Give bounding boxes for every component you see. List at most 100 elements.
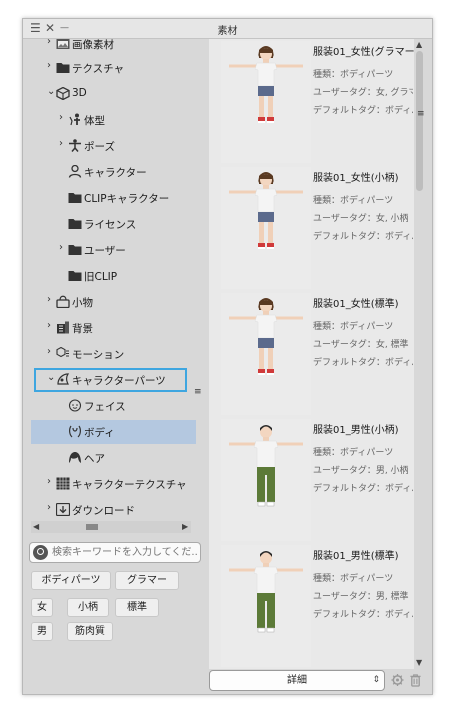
material-kind: 種類：ボディパーツ bbox=[313, 196, 394, 206]
tag-button[interactable]: グラマー bbox=[115, 571, 179, 590]
tree-item-11[interactable]: › 背景 bbox=[31, 316, 196, 340]
bottom-toolbar: 詳細 ⇕ bbox=[209, 669, 425, 694]
list-scroll-down-arrow-icon[interactable]: ▼ bbox=[416, 658, 422, 667]
hair-icon bbox=[68, 451, 82, 464]
tag-button[interactable]: 男 bbox=[31, 622, 53, 641]
chevron-right-icon[interactable]: › bbox=[47, 320, 51, 331]
material-user-tag: ユーザータグ：女, 小柄 bbox=[313, 214, 409, 224]
material-thumbnail bbox=[221, 545, 311, 667]
chevron-right-icon[interactable]: › bbox=[47, 39, 51, 47]
tree-item-5[interactable]: キャラクター bbox=[31, 160, 196, 184]
tree-item-2[interactable]: ⌄ 3D bbox=[31, 82, 196, 106]
tree-horizontal-scrollbar[interactable]: ◀ ▶ bbox=[31, 521, 191, 533]
chevron-right-icon[interactable]: › bbox=[47, 476, 51, 487]
material-name: 服装01_女性(標準) bbox=[313, 299, 399, 310]
tree-item-label: キャラクターパーツ bbox=[72, 375, 166, 387]
tree-item-14[interactable]: フェイス bbox=[31, 394, 196, 418]
tree-item-label: キャラクター bbox=[84, 167, 147, 179]
material-item[interactable]: 服装01_女性(グラマー) 種類：ボディパーツユーザータグ：女, グラマーデフォル… bbox=[209, 39, 414, 165]
list-scroll-thumb[interactable] bbox=[416, 51, 423, 191]
pose-icon bbox=[68, 139, 82, 152]
tree-item-1[interactable]: › テクスチャ bbox=[31, 56, 196, 80]
scroll-right-arrow-icon[interactable]: ▶ bbox=[182, 522, 188, 531]
chevron-right-icon[interactable]: › bbox=[47, 502, 51, 513]
folder-icon bbox=[56, 61, 70, 74]
list-scroll-grip[interactable]: ≡ bbox=[417, 109, 425, 119]
motion-icon bbox=[56, 346, 70, 360]
character-icon bbox=[68, 164, 82, 178]
material-user-tag: ユーザータグ：男, 小柄 bbox=[313, 466, 409, 476]
material-list: 服装01_女性(グラマー)種類：ボディパーツユーザータグ：女, グラマーデフォル… bbox=[209, 39, 414, 669]
figure-icon bbox=[68, 113, 82, 126]
material-default-tag: デフォルトタグ：ボディパ bbox=[313, 358, 413, 368]
chevron-right-icon[interactable]: › bbox=[47, 346, 51, 357]
tree-item-3[interactable]: › 体型 bbox=[31, 108, 196, 132]
list-vertical-scrollbar[interactable]: ▲ ▼ bbox=[414, 39, 425, 669]
tree-item-8[interactable]: › ユーザー bbox=[31, 238, 196, 262]
scroll-left-arrow-icon[interactable]: ◀ bbox=[33, 522, 39, 531]
tree-item-17[interactable]: › キャラクターテクスチャ bbox=[31, 472, 196, 496]
search-box[interactable] bbox=[29, 542, 201, 563]
body-icon bbox=[68, 425, 82, 438]
tree-item-18[interactable]: › ダウンロード bbox=[31, 498, 196, 522]
tree-item-label: ボディ bbox=[84, 427, 115, 439]
tree-item-0[interactable]: › 画像素材 bbox=[31, 39, 196, 56]
material-default-tag: デフォルトタグ：ボディパ bbox=[313, 484, 413, 494]
material-name: 服装01_女性(グラマー) bbox=[313, 47, 414, 58]
tree-item-13[interactable]: ⌄ キャラクターパーツ bbox=[34, 368, 187, 392]
tag-button[interactable]: 筋肉質 bbox=[67, 622, 113, 641]
cube-icon bbox=[56, 86, 70, 101]
tree-item-12[interactable]: › モーション bbox=[31, 342, 196, 366]
view-mode-select[interactable]: 詳細 ⇕ bbox=[209, 670, 385, 691]
chevron-down-icon[interactable]: ⌄ bbox=[47, 372, 55, 383]
material-item[interactable]: 服装01_女性(小柄) 種類：ボディパーツ ユーザータグ：女, 小柄 デフォルトタグ：… bbox=[209, 165, 414, 291]
tree-item-16[interactable]: ヘア bbox=[31, 446, 196, 470]
material-item[interactable]: 服装01_男性(標準) 種類：ボディパーツ ユーザータグ：男, 標準 デフォルトタグ：… bbox=[209, 543, 414, 669]
texture-icon bbox=[56, 477, 70, 490]
material-thumbnail bbox=[221, 41, 311, 163]
tag-button[interactable]: 女 bbox=[31, 598, 53, 617]
material-name: 服装01_男性(小柄) bbox=[313, 425, 399, 436]
tree-item-7[interactable]: ライセンス bbox=[31, 212, 196, 236]
tree-item-4[interactable]: › ポーズ bbox=[31, 134, 196, 158]
bag-icon bbox=[56, 295, 70, 309]
trash-icon[interactable] bbox=[409, 673, 422, 687]
gear-icon[interactable] bbox=[391, 673, 404, 687]
list-scroll-up-arrow-icon[interactable]: ▲ bbox=[416, 40, 422, 49]
chevron-right-icon[interactable]: › bbox=[47, 60, 51, 71]
material-default-tag: デフォルトタグ：ボディパ bbox=[313, 106, 413, 116]
chevron-right-icon[interactable]: › bbox=[59, 112, 63, 123]
chevron-right-icon[interactable]: › bbox=[47, 294, 51, 305]
chevron-down-icon[interactable]: ⌄ bbox=[47, 86, 55, 97]
search-icon bbox=[33, 545, 48, 560]
search-input[interactable] bbox=[52, 544, 198, 561]
material-kind: 種類：ボディパーツ bbox=[313, 322, 394, 332]
image-folder-icon bbox=[56, 39, 70, 50]
tree-item-label: 旧CLIP bbox=[84, 271, 118, 283]
material-default-tag: デフォルトタグ：ボディパ bbox=[313, 610, 413, 620]
tree-item-10[interactable]: › 小物 bbox=[31, 290, 196, 314]
tag-button[interactable]: ボディパーツ bbox=[31, 571, 111, 590]
folder-icon bbox=[68, 269, 82, 282]
palette-title: 素材 bbox=[217, 26, 238, 37]
face-icon bbox=[68, 399, 82, 412]
tree-item-label: テクスチャ bbox=[72, 63, 125, 75]
material-kind: 種類：ボディパーツ bbox=[313, 70, 394, 80]
tree-item-label: ポーズ bbox=[84, 141, 115, 153]
tree-item-label: 体型 bbox=[84, 115, 105, 127]
tree-item-6[interactable]: CLIPキャラクター bbox=[31, 186, 196, 210]
tag-button[interactable]: 標準 bbox=[115, 598, 159, 617]
material-name: 服装01_女性(小柄) bbox=[313, 173, 399, 184]
horizontal-scroll-thumb[interactable] bbox=[86, 524, 98, 530]
material-item[interactable]: 服装01_女性(標準) 種類：ボディパーツ ユーザータグ：女, 標準 デフォルトタグ：… bbox=[209, 291, 414, 417]
material-tree: › 画像素材 › テクスチャ ⌄ 3D › 体型 › ポーズ キャラクター CLIPキャラクター ライセ… bbox=[31, 39, 203, 537]
tree-item-15[interactable]: ボディ bbox=[31, 420, 196, 444]
tree-scroll-grip[interactable]: ≡ bbox=[194, 387, 202, 397]
material-item[interactable]: 服装01_男性(小柄) 種類：ボディパーツ ユーザータグ：男, 小柄 デフォルトタグ：… bbox=[209, 417, 414, 543]
tag-button[interactable]: 小柄 bbox=[67, 598, 109, 617]
chevron-right-icon[interactable]: › bbox=[59, 138, 63, 149]
material-name: 服装01_男性(標準) bbox=[313, 551, 399, 562]
tree-item-label: ダウンロード bbox=[72, 505, 135, 517]
tree-item-9[interactable]: 旧CLIP bbox=[31, 264, 196, 288]
chevron-right-icon[interactable]: › bbox=[59, 242, 63, 253]
